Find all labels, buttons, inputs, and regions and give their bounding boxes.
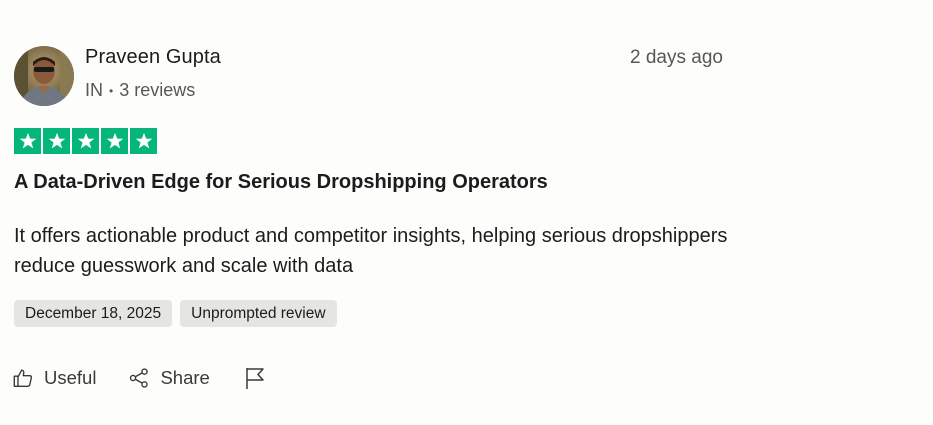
reviewer-country: IN — [85, 80, 103, 100]
flag-icon — [246, 368, 264, 389]
star-icon — [101, 128, 128, 154]
review-date-badge: December 18, 2025 — [14, 300, 173, 327]
review-posted-ago: 2 days ago — [630, 47, 723, 68]
share-button[interactable]: Share — [128, 367, 210, 389]
thumbs-up-icon — [13, 369, 33, 387]
review-card: Praveen Gupta IN • 3 reviews 2 days ago … — [0, 0, 933, 425]
unprompted-review-badge[interactable]: Unprompted review — [180, 300, 337, 327]
star-rating — [14, 128, 157, 154]
review-tags: December 18, 2025 Unprompted review — [14, 300, 337, 327]
separator-dot: • — [109, 83, 114, 98]
review-body: It offers actionable product and competi… — [14, 225, 728, 277]
star-icon — [14, 128, 41, 154]
reviewer-review-count: 3 reviews — [119, 80, 196, 100]
share-label: Share — [160, 367, 210, 388]
review-actions: Useful Share — [12, 366, 266, 390]
avatar-photo — [14, 46, 74, 106]
star-icon — [72, 128, 99, 154]
review-title[interactable]: A Data-Driven Edge for Serious Dropshipp… — [14, 171, 548, 194]
share-icon — [130, 368, 149, 388]
reviewer-name[interactable]: Praveen Gupta — [85, 46, 221, 69]
avatar[interactable] — [14, 46, 74, 106]
useful-button[interactable]: Useful — [12, 367, 96, 389]
star-icon — [130, 128, 157, 154]
star-icon — [43, 128, 70, 154]
reviewer-meta: IN • 3 reviews — [85, 80, 195, 101]
flag-button[interactable] — [244, 366, 266, 390]
useful-label: Useful — [44, 367, 97, 388]
